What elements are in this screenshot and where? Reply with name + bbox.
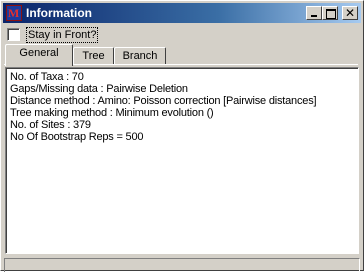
stay-in-front-label[interactable]: Stay in Front? — [26, 27, 99, 43]
tab-branch[interactable]: Branch — [114, 47, 166, 65]
minimize-icon — [311, 15, 317, 17]
info-line-tree-method: Tree making method : Minimum evolution (… — [10, 107, 214, 119]
title-bar[interactable]: M Information ✕ — [3, 3, 361, 23]
tab-general[interactable]: General — [5, 44, 73, 66]
window-title: Information — [26, 6, 92, 20]
information-window: M Information ✕ Stay in Front? General T… — [0, 0, 364, 272]
close-button[interactable]: ✕ — [342, 6, 358, 20]
info-line-sites: No. of Sites : 379 — [10, 119, 91, 131]
status-bar — [4, 258, 360, 272]
app-m-icon[interactable]: M — [6, 5, 22, 21]
info-text-area[interactable]: No. of Taxa : 70 Gaps/Missing data : Pai… — [6, 68, 358, 253]
info-line-taxa: No. of Taxa : 70 — [10, 71, 84, 83]
general-panel: No. of Taxa : 70 Gaps/Missing data : Pai… — [5, 67, 359, 254]
info-line-distance-method: Distance method : Amino: Poisson correct… — [10, 95, 317, 107]
maximize-button[interactable] — [322, 6, 338, 20]
minimize-button[interactable] — [306, 6, 322, 20]
info-line-bootstrap: No Of Bootstrap Reps = 500 — [10, 131, 144, 143]
maximize-icon — [326, 9, 336, 19]
close-icon: ✕ — [344, 6, 356, 20]
stay-in-front-checkbox[interactable] — [7, 28, 20, 41]
tab-tree[interactable]: Tree — [73, 47, 114, 65]
info-line-gaps: Gaps/Missing data : Pairwise Deletion — [10, 83, 188, 95]
tab-strip: General Tree Branch — [4, 44, 358, 66]
